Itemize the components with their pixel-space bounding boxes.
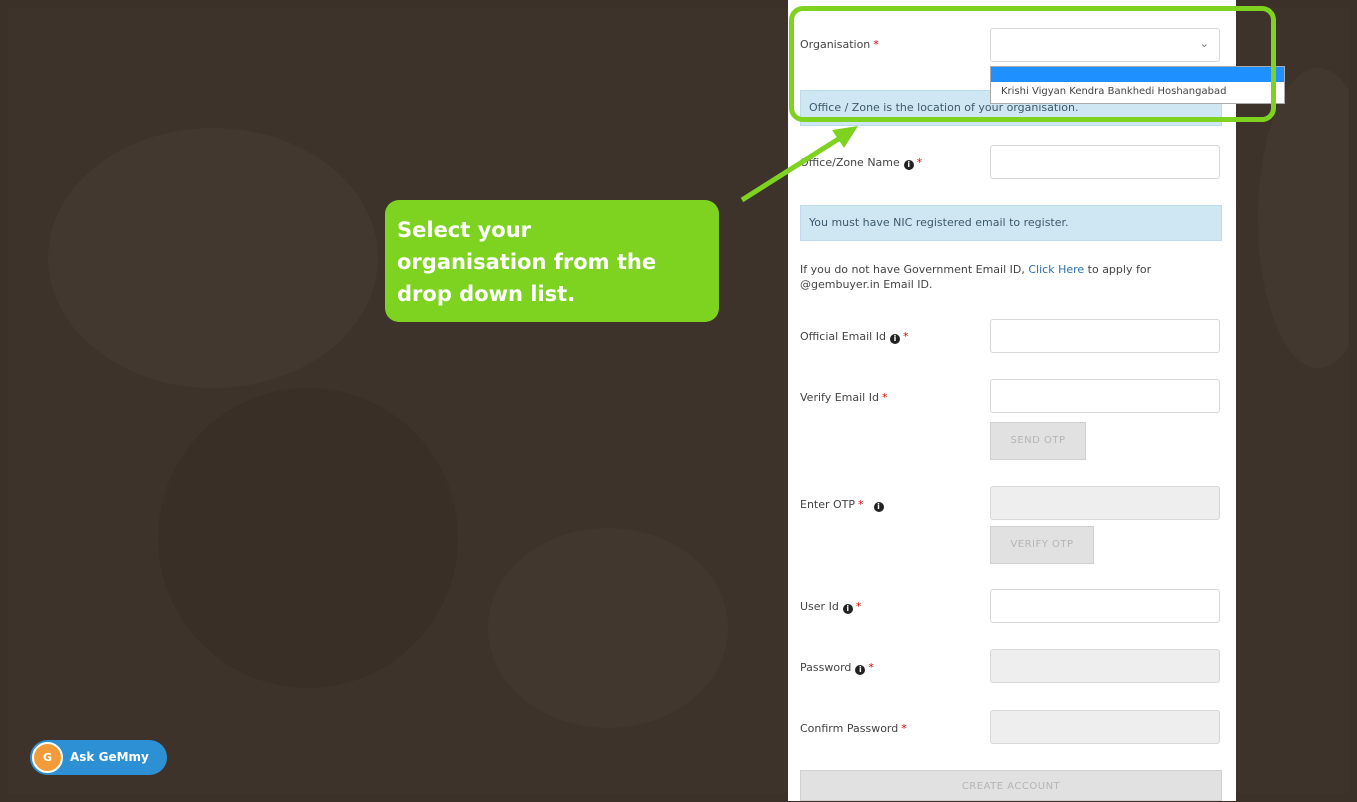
gemmy-avatar-icon: G [32, 742, 63, 773]
ask-gemmy-button[interactable]: G Ask GeMmy [30, 740, 167, 775]
pointer-arrow [740, 126, 858, 203]
ask-gemmy-label: Ask GeMmy [70, 750, 149, 764]
instruction-callout: Select your organisation from the drop d… [385, 200, 719, 322]
callout-line: organisation from the [397, 250, 657, 274]
callout-line: drop down list. [397, 282, 576, 306]
callout-line: Select your [397, 218, 532, 242]
